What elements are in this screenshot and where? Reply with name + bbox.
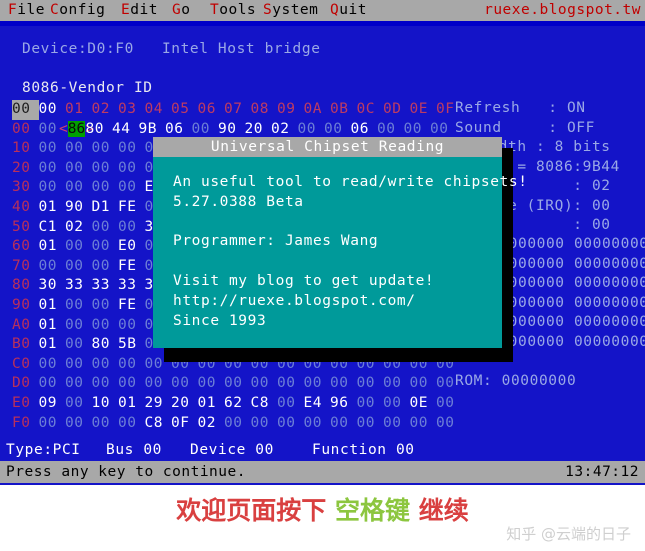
watermark: 知乎 @云端的日子 xyxy=(506,525,631,543)
dialog-text-line: An useful tool to read/write chipsets! xyxy=(173,174,528,190)
menu-hotkey-quit: Q xyxy=(330,2,340,18)
hex-byte-cell[interactable]: 02 xyxy=(198,414,225,434)
dialog-text-line: 5.27.0388 Beta xyxy=(173,193,304,210)
caption-text: 欢迎页面按下 空格键 继续 xyxy=(0,496,645,526)
hex-byte-cell[interactable]: 00 xyxy=(330,414,357,434)
hex-byte-cell[interactable]: 00 xyxy=(357,414,384,434)
brand-url: ruexe.blogspot.tw xyxy=(484,2,641,18)
menu-hotkey-file: F xyxy=(8,2,18,18)
sound-status: Sound : OFF xyxy=(455,119,595,136)
caption-area: 欢迎页面按下 空格键 继续 知乎 @云端的日子 xyxy=(0,485,645,551)
status-message: Press any key to continue. xyxy=(6,464,246,480)
caption-highlight: 空格键 xyxy=(334,496,410,525)
menu-item-quit[interactable]: Quit xyxy=(330,2,367,19)
bit-field-row: 00000000 00000000 xyxy=(490,294,645,311)
pci-type: Type:PCI xyxy=(6,442,81,458)
rom-address-status: ROM: 00000000 xyxy=(455,373,577,389)
hex-byte-cell[interactable]: 00 xyxy=(383,414,410,434)
status-bar: Press any key to continue. 13:47:12 xyxy=(0,461,645,483)
menu-hotkey-edit: E xyxy=(121,2,131,18)
hex-byte-cell[interactable]: 00 xyxy=(65,414,92,434)
dialog-text-line: Visit my blog to get update! xyxy=(173,272,435,289)
bit-field-row: 00000000 00000000 xyxy=(490,314,645,331)
pci-info-bar: Type:PCI Bus 00 Device 00 Function 00 xyxy=(0,440,645,461)
menu-bar: File Config Edit Go Tools System Quit ru… xyxy=(0,0,645,21)
hex-byte-cell[interactable]: 00 xyxy=(304,414,331,434)
menu-item-system[interactable]: System xyxy=(263,2,318,19)
hex-byte-cell[interactable]: C8 xyxy=(145,414,172,434)
pci-device: Device 00 xyxy=(190,442,274,458)
status-clock: 13:47:12 xyxy=(565,464,639,480)
dialog-text-line: http://ruexe.blogspot.com/ xyxy=(173,292,416,309)
bit-field-row: 00000000 00000000 xyxy=(490,255,645,272)
dialog-text-line: Programmer: James Wang xyxy=(173,233,379,250)
menu-item-go[interactable]: Go xyxy=(172,2,190,19)
dialog-body: An useful tool to read/write chipsets! 5.… xyxy=(153,157,528,331)
bit-field-row: 00000000 00000000 xyxy=(490,333,645,350)
hex-byte-cell[interactable]: 00 xyxy=(224,414,251,434)
menu-item-config[interactable]: Config xyxy=(50,2,105,19)
caption-suffix: 继续 xyxy=(410,496,469,525)
hex-row-label: F0 xyxy=(12,414,31,431)
hex-byte-cell[interactable]: 0F xyxy=(171,414,198,434)
dialog-title: Universal Chipset Reading xyxy=(153,137,502,157)
menu-label-tools: ools xyxy=(219,2,257,18)
menu-label-quit: uit xyxy=(339,2,367,18)
refresh-status: Refresh : ON xyxy=(455,100,586,116)
device-info-line: Device:D0:F0 Intel Host bridge xyxy=(22,41,321,57)
hex-row[interactable]: E0 09 00 10 01 29 20 01 62 C8 00 E4 96 00 00 0E 00 xyxy=(12,392,463,412)
menu-label-system: ystem xyxy=(272,2,319,18)
menu-hotkey-tools: T xyxy=(210,2,220,18)
menu-label-go: o xyxy=(181,2,191,18)
hex-row[interactable]: 00 00 <86>80 44 9B 06 00 90 20 02 00 00 06 00 00 00 xyxy=(12,118,463,138)
bit-field-display: 00000000 00000000 00000000 00000000 000000… xyxy=(490,235,645,353)
hex-byte-cell[interactable]: 00 xyxy=(410,414,437,434)
pci-function: Function 00 xyxy=(312,442,415,458)
menu-item-file[interactable]: File xyxy=(8,2,45,19)
menu-item-tools[interactable]: Tools xyxy=(210,2,256,19)
hex-byte-cell[interactable]: 00 xyxy=(39,414,66,434)
pci-bus: Bus 00 xyxy=(106,442,162,458)
hex-byte-cell[interactable]: 00 xyxy=(436,414,463,434)
bit-field-row: 00000000 00000000 xyxy=(490,236,645,252)
menu-hotkey-config: C xyxy=(50,2,60,18)
dialog-text-line: Since 1993 xyxy=(173,312,267,329)
menu-item-edit[interactable]: Edit xyxy=(121,2,158,19)
dialog-text-line xyxy=(173,213,502,233)
hex-byte-cell[interactable]: 00 xyxy=(92,414,119,434)
dialog-text-line xyxy=(173,252,502,272)
menu-label-file: ile xyxy=(17,2,45,18)
hex-column-header-row: 00 00 01 02 03 04 05 06 07 08 09 0A 0B 0C 0D 0E 0F xyxy=(12,98,463,120)
hex-row[interactable]: D0 00 00 00 00 00 00 00 00 00 00 00 00 00 00 00 00 xyxy=(12,372,463,392)
menu-hotkey-system: S xyxy=(263,2,273,18)
menu-underline xyxy=(0,21,645,26)
menu-label-config: onfig xyxy=(59,2,106,18)
hex-byte-cell[interactable]: 00 xyxy=(118,414,145,434)
hex-byte-cell[interactable]: 00 xyxy=(277,414,304,434)
caption-prefix: 欢迎页面按下 xyxy=(176,496,335,525)
dos-application-screen: File Config Edit Go Tools System Quit ru… xyxy=(0,0,645,485)
menu-hotkey-go: G xyxy=(172,2,182,18)
bit-field-row: 00000000 00000000 xyxy=(490,275,645,292)
about-dialog: Universal Chipset Reading An useful tool… xyxy=(153,137,528,348)
vendor-id-label: 8086-Vendor ID xyxy=(22,80,153,96)
hex-row[interactable]: F0 00 00 00 00 C8 0F 02 00 00 00 00 00 00 00 00 00 xyxy=(12,412,463,432)
hex-byte-cell[interactable]: 00 xyxy=(251,414,278,434)
menu-label-edit: dit xyxy=(130,2,158,18)
